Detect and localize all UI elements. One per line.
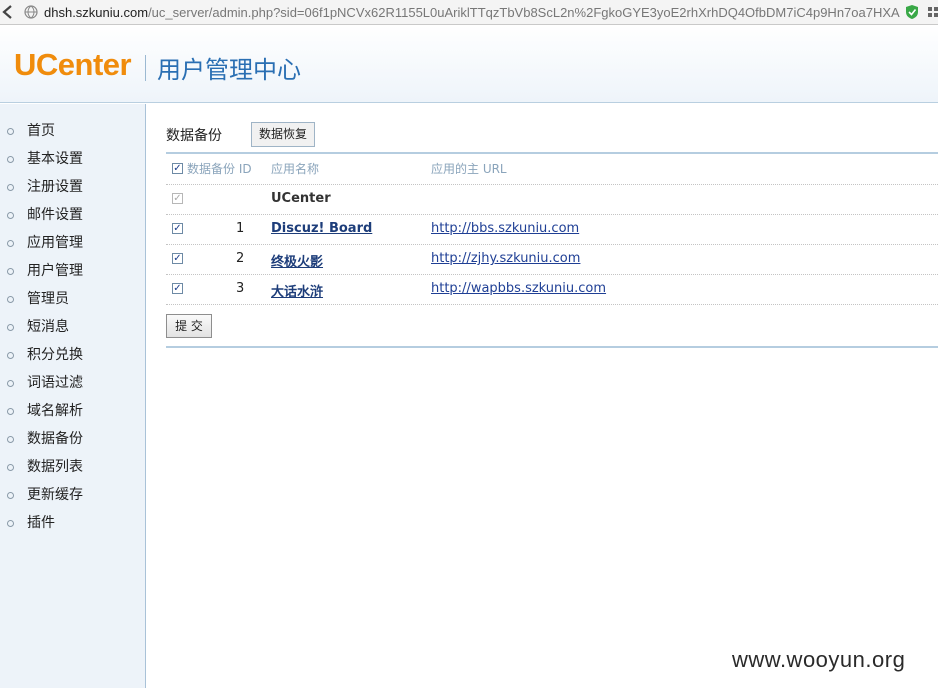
backup-id: 2 <box>236 251 245 266</box>
backup-id: 1 <box>236 221 245 236</box>
app-name[interactable]: 终极火影 <box>271 251 323 270</box>
sidebar-item-label[interactable]: 首页 <box>27 121 55 141</box>
sidebar-item-label[interactable]: 用户管理 <box>27 261 83 281</box>
bullet-icon <box>7 324 14 331</box>
bullet-icon <box>7 296 14 303</box>
sidebar-item-label[interactable]: 域名解析 <box>27 401 83 421</box>
app-name[interactable]: Discuz! Board <box>271 221 372 236</box>
page-header: UCenter 用户管理中心 <box>0 25 938 103</box>
sidebar-item-label[interactable]: 词语过滤 <box>27 373 83 393</box>
sidebar: 首页基本设置注册设置邮件设置应用管理用户管理管理员短消息积分兑换词语过滤域名解析… <box>0 104 146 688</box>
sidebar-item-label[interactable]: 更新缓存 <box>27 485 83 505</box>
table-header-row: ✓ 数据备份 ID 应用名称 应用的主 URL <box>166 154 938 185</box>
ucenter-logo[interactable]: UCenter <box>14 47 132 83</box>
backup-id: 3 <box>236 281 245 296</box>
bullet-icon <box>7 520 14 527</box>
app-url-link[interactable]: http://bbs.szkuniu.com <box>431 221 579 236</box>
shield-icon[interactable] <box>905 4 919 20</box>
table-row: ✓ 3 大话水浒 http://wapbbs.szkuniu.com <box>166 274 938 305</box>
row-checkbox[interactable]: ✓ <box>172 223 183 234</box>
column-header-app-url: 应用的主 URL <box>431 162 507 176</box>
section-title: 数据备份 <box>166 128 222 144</box>
column-header-app-name: 应用名称 <box>271 162 320 176</box>
sidebar-item-label[interactable]: 管理员 <box>27 289 69 309</box>
bullet-icon <box>7 464 14 471</box>
data-restore-button[interactable]: 数据恢复 <box>251 122 315 147</box>
bullet-icon <box>7 408 14 415</box>
bullet-icon <box>7 436 14 443</box>
sidebar-item-label[interactable]: 插件 <box>27 513 55 533</box>
sidebar-item-label[interactable]: 应用管理 <box>27 233 83 253</box>
app-name[interactable]: 大话水浒 <box>271 281 323 300</box>
sidebar-item-label[interactable]: 注册设置 <box>27 177 83 197</box>
bullet-icon <box>7 352 14 359</box>
app-url-link[interactable]: http://wapbbs.szkuniu.com <box>431 281 606 296</box>
sidebar-item-label[interactable]: 积分兑换 <box>27 345 83 365</box>
row-checkbox[interactable]: ✓ <box>172 283 183 294</box>
row-checkbox: ✓ <box>172 193 183 204</box>
header-divider <box>145 55 146 81</box>
app-url-link[interactable]: http://zjhy.szkuniu.com <box>431 251 580 266</box>
bullet-icon <box>7 380 14 387</box>
globe-icon <box>24 5 38 19</box>
bullet-icon <box>7 268 14 275</box>
row-checkbox[interactable]: ✓ <box>172 253 183 264</box>
watermark: www.wooyun.org <box>732 647 906 672</box>
main-content: 数据备份 数据恢复 ✓ 数据备份 ID 应用名称 应用的主 URL ✓ UCent… <box>146 104 938 688</box>
page-title: 用户管理中心 <box>157 56 301 84</box>
sidebar-item-label[interactable]: 数据列表 <box>27 457 83 477</box>
bullet-icon <box>7 492 14 499</box>
table-bottom-divider <box>166 346 938 348</box>
sidebar-item-label[interactable]: 邮件设置 <box>27 205 83 225</box>
submit-button[interactable]: 提 交 <box>166 314 212 338</box>
table-row: ✓ UCenter <box>166 184 938 215</box>
app-name: UCenter <box>271 191 331 206</box>
sidebar-item-label[interactable]: 基本设置 <box>27 149 83 169</box>
bullet-icon <box>7 212 14 219</box>
table-row: ✓ 2 终极火影 http://zjhy.szkuniu.com <box>166 244 938 275</box>
sidebar-item-label[interactable]: 数据备份 <box>27 429 83 449</box>
bullet-icon <box>7 240 14 247</box>
url-field[interactable]: dhsh.szkuniu.com/uc_server/admin.php?sid… <box>44 5 900 20</box>
sidebar-item-label[interactable]: 短消息 <box>27 317 69 337</box>
bullet-icon <box>7 184 14 191</box>
extension-icon[interactable] <box>927 5 938 19</box>
select-all-checkbox[interactable]: ✓ <box>172 163 183 174</box>
table-row: ✓ 1 Discuz! Board http://bbs.szkuniu.com <box>166 214 938 245</box>
bullet-icon <box>7 156 14 163</box>
column-header-backup-id: 数据备份 ID <box>187 162 252 176</box>
bullet-icon <box>7 128 14 135</box>
back-arrow-icon[interactable] <box>0 3 16 21</box>
browser-address-bar: dhsh.szkuniu.com/uc_server/admin.php?sid… <box>0 0 938 25</box>
